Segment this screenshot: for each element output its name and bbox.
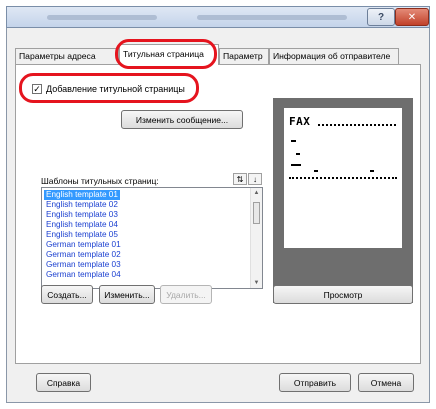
- scroll-up-icon[interactable]: ▲: [251, 190, 262, 196]
- window-title-blurred: [47, 15, 157, 20]
- help-button[interactable]: Справка: [36, 373, 91, 392]
- list-item[interactable]: German template 01: [44, 240, 123, 250]
- preview-page: FAX: [284, 108, 402, 248]
- preview-mark: [291, 140, 296, 142]
- edit-message-button[interactable]: Изменить сообщение...: [121, 110, 243, 129]
- add-cover-checkbox-row[interactable]: ✓ Добавление титульной страницы: [32, 84, 185, 94]
- list-scrollbar[interactable]: ▲ ▼: [250, 188, 262, 288]
- cancel-button[interactable]: Отмена: [358, 373, 414, 392]
- list-item[interactable]: German template 03: [44, 260, 123, 270]
- preview-line: [289, 177, 397, 179]
- add-cover-label: Добавление титульной страницы: [46, 84, 185, 94]
- sort-icon[interactable]: ⇅: [233, 173, 247, 185]
- tab-strip: Параметры адреса Титульная страница Пара…: [15, 44, 421, 65]
- preview-button[interactable]: Просмотр: [273, 285, 413, 304]
- list-item[interactable]: English template 04: [44, 220, 120, 230]
- preview-fax-title: FAX: [289, 115, 311, 128]
- list-item[interactable]: English template 01: [44, 190, 120, 200]
- list-item[interactable]: English template 03: [44, 210, 120, 220]
- list-item[interactable]: German template 02: [44, 250, 123, 260]
- sort-desc-icon[interactable]: ↓: [248, 173, 262, 185]
- window-titlebar[interactable]: ? ✕: [6, 6, 430, 28]
- list-item[interactable]: English template 02: [44, 200, 120, 210]
- list-item[interactable]: German template 04: [44, 270, 123, 280]
- tab-sender-info[interactable]: Информация об отправителе: [269, 48, 399, 64]
- tab-parameter[interactable]: Параметр: [219, 48, 269, 64]
- delete-button: Удалить...: [160, 285, 212, 304]
- scroll-thumb[interactable]: [253, 202, 260, 224]
- preview-mark: [314, 170, 318, 172]
- create-button[interactable]: Создать...: [41, 285, 93, 304]
- list-item[interactable]: English template 05: [44, 230, 120, 240]
- cover-preview: FAX: [273, 98, 413, 303]
- scroll-down-icon[interactable]: ▼: [251, 280, 262, 286]
- help-icon[interactable]: ?: [367, 8, 395, 26]
- preview-mark: [296, 153, 300, 155]
- add-cover-checkbox[interactable]: ✓: [32, 84, 42, 94]
- close-icon[interactable]: ✕: [395, 8, 429, 26]
- tab-cover-page[interactable]: Титульная страница: [119, 44, 219, 65]
- send-button[interactable]: Отправить: [279, 373, 351, 392]
- window-title-blurred-2: [197, 15, 347, 20]
- preview-mark: [291, 164, 301, 166]
- change-button[interactable]: Изменить...: [99, 285, 155, 304]
- template-list[interactable]: English template 01 English template 02 …: [41, 187, 263, 289]
- preview-mark: [370, 170, 374, 172]
- cover-page-dialog: Параметры адреса Титульная страница Пара…: [6, 28, 430, 403]
- templates-label: Шаблоны титульных страниц:: [41, 176, 159, 186]
- tab-address-settings[interactable]: Параметры адреса: [15, 48, 119, 64]
- preview-line: [318, 124, 396, 126]
